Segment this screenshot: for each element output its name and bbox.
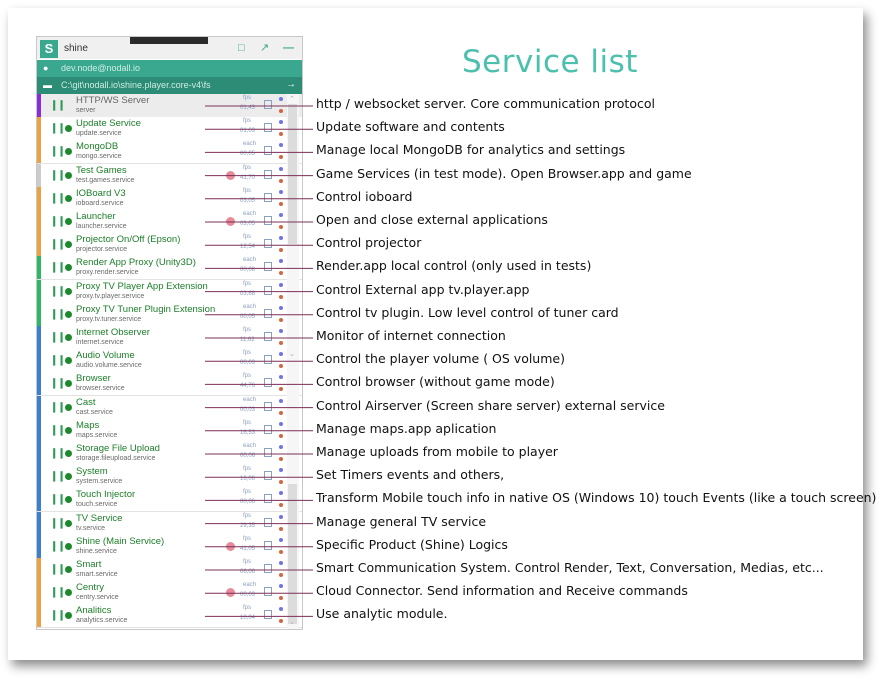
service-description: Manage local MongoDB for analytics and s…: [316, 142, 626, 158]
service-description: Set Timers events and others,: [316, 467, 505, 483]
service-description: Update software and contents: [316, 119, 505, 135]
service-description: Game Services (in test mode). Open Brows…: [316, 165, 692, 181]
service-description: Control External app tv.player.app: [316, 281, 530, 297]
service-description: http / websocket server. Core communicat…: [316, 96, 655, 111]
service-description: Control tv plugin. Low level control of …: [316, 304, 619, 320]
service-description: Control browser (without game mode): [316, 374, 555, 390]
service-description: Cloud Connector. Send information and Re…: [316, 583, 688, 599]
service-description: Smart Communication System. Control Rend…: [316, 560, 824, 575]
service-description: Open and close external applications: [316, 212, 548, 227]
service-description: Control Airserver (Screen share server) …: [316, 397, 665, 413]
service-description: Manage uploads from mobile to player: [316, 444, 558, 459]
service-description: Monitor of internet connection: [316, 328, 506, 343]
service-description: Use analytic module.: [316, 606, 448, 622]
service-description: Manage maps.app aplication: [316, 420, 497, 436]
service-description: Specific Product (Shine) Logics: [316, 536, 508, 552]
service-description: Control ioboard: [316, 188, 413, 204]
service-description: Control the player volume ( OS volume): [316, 351, 565, 367]
service-description: Transform Mobile touch info in native OS…: [316, 490, 877, 506]
service-description: Manage general TV service: [316, 513, 487, 529]
service-description: Control projector: [316, 235, 422, 251]
service-description: Render.app local control (only used in t…: [316, 258, 592, 274]
